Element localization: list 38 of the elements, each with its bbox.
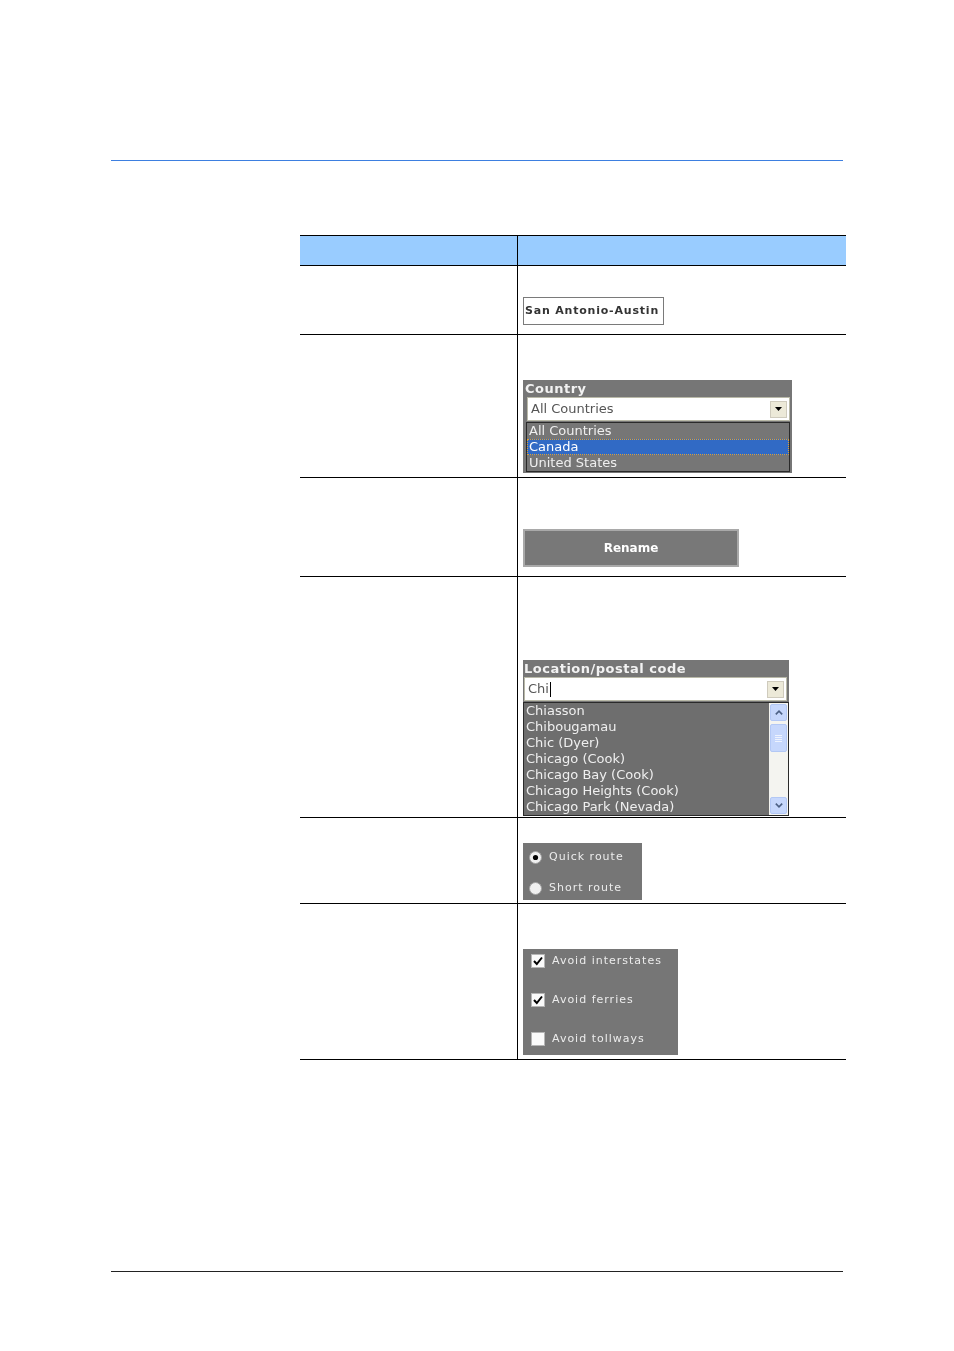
checkbox-label[interactable]: Avoid ferries (552, 991, 634, 1009)
caret-down-icon (775, 407, 782, 411)
list-option[interactable]: All Countries (527, 423, 789, 439)
field-label: Location/postal code (523, 660, 687, 677)
text-cursor-icon (549, 681, 551, 697)
caret-down-icon (772, 687, 779, 691)
dropdown-button[interactable] (767, 680, 784, 698)
radio-icon[interactable] (529, 881, 542, 895)
checkbox-label[interactable]: Avoid interstates (552, 952, 662, 970)
dropdown-button[interactable] (770, 400, 787, 418)
grip-icon (775, 734, 782, 742)
list-option[interactable]: Chicago (Cook) (524, 751, 769, 767)
list-option[interactable]: Chicago Bay (Cook) (524, 767, 769, 783)
scrollbar-track[interactable] (769, 703, 788, 815)
checkbox-icon[interactable] (531, 993, 545, 1007)
list-option[interactable]: United States (527, 455, 789, 471)
radio-label[interactable]: Short route (549, 879, 623, 897)
field-label: Country (524, 380, 588, 397)
rename-button[interactable]: Rename (523, 529, 739, 567)
list-option[interactable]: Canada (527, 439, 789, 455)
checkbox-icon[interactable] (531, 1032, 545, 1046)
route-name-button[interactable]: San Antonio-Austin (523, 297, 664, 326)
list-option[interactable]: Chicago Heights (Cook) (524, 783, 769, 799)
scroll-down-button[interactable] (770, 797, 787, 814)
scroll-up-button[interactable] (770, 704, 787, 721)
radio-icon[interactable] (529, 850, 542, 864)
list-option[interactable]: Chicago Park (Nevada) (524, 799, 769, 815)
select-field[interactable]: All Countries (527, 397, 790, 421)
chevron-up-icon (774, 710, 783, 715)
chevron-down-icon (774, 803, 783, 808)
list-option[interactable]: Chic (Dyer) (524, 735, 769, 751)
scrollbar-thumb[interactable] (770, 724, 787, 752)
list-option[interactable]: Chibougamau (524, 719, 769, 735)
input-field[interactable]: Chi (524, 677, 787, 701)
checkbox-label[interactable]: Avoid tollways (552, 1030, 645, 1048)
list-option[interactable]: Chiasson (524, 703, 769, 719)
checkbox-icon[interactable] (531, 954, 545, 968)
radio-label[interactable]: Quick route (549, 848, 624, 866)
